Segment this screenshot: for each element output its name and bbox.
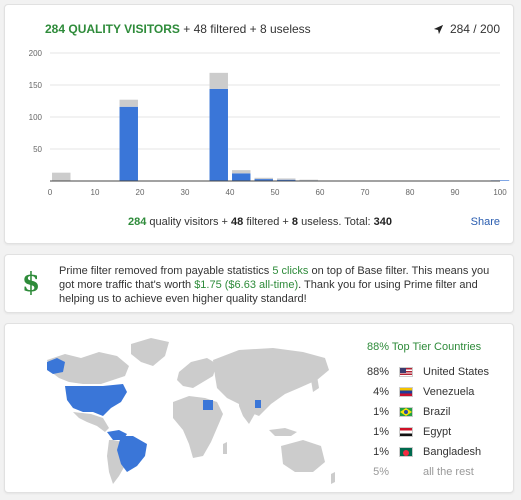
- country-name: Bangladesh: [423, 446, 482, 458]
- country-name: Venezuela: [423, 386, 475, 398]
- map-bangladesh: [255, 400, 261, 408]
- y-tick-label: 100: [29, 113, 43, 122]
- y-tick-label: 150: [29, 81, 43, 90]
- map-new-zealand: [331, 472, 335, 484]
- dollar-icon: $: [22, 268, 41, 298]
- us-flag-icon: [399, 367, 413, 377]
- bar-quality: [119, 106, 138, 181]
- egypt-flag-icon: [399, 427, 413, 437]
- summary-total: 340: [373, 216, 392, 228]
- prime-filter-card: $ Prime filter removed from payable stat…: [4, 254, 514, 313]
- prime-worth: $1.75 ($6.63 all-time): [194, 279, 299, 291]
- prime-text-1: Prime filter removed from payable statis…: [59, 265, 273, 277]
- y-tick-label: 50: [33, 145, 42, 154]
- x-tick-label: 50: [271, 188, 280, 197]
- summary-text-1: quality visitors +: [146, 216, 232, 228]
- summary-quality: 284: [128, 216, 147, 228]
- country-row-us: 88% United States: [357, 364, 489, 380]
- prime-filter-message: Prime filter removed from payable statis…: [59, 264, 505, 306]
- y-tick-label: 200: [29, 49, 43, 58]
- country-pct: 1%: [373, 406, 389, 418]
- world-map: [47, 338, 335, 484]
- bar-filtered: [232, 170, 251, 174]
- x-tick-label: 40: [226, 188, 235, 197]
- bangladesh-flag-icon: [399, 447, 413, 457]
- map-australia: [281, 440, 325, 472]
- x-tick-label: 60: [316, 188, 325, 197]
- bar-filtered: [209, 72, 228, 89]
- map-indonesia: [269, 428, 297, 436]
- bar-filtered: [299, 179, 318, 181]
- country-pct: 5%: [373, 466, 389, 478]
- country-pct: 88%: [366, 366, 389, 378]
- share-link[interactable]: Share: [471, 216, 500, 228]
- country-name: Brazil: [423, 406, 451, 418]
- country-row-venezuela: 4% Venezuela: [357, 384, 474, 400]
- map-europe: [177, 358, 217, 388]
- bar-filtered: [277, 178, 296, 180]
- map-madagascar: [223, 442, 227, 454]
- x-tick-label: 90: [451, 188, 460, 197]
- country-row-brazil: 1% Brazil: [357, 404, 451, 420]
- totals-summary: 284 quality visitors + 48 filtered + 8 u…: [5, 216, 515, 228]
- country-name: all the rest: [423, 466, 474, 478]
- x-tick-label: 20: [136, 188, 145, 197]
- country-name: United States: [423, 366, 490, 378]
- country-row-egypt: 1% Egypt: [357, 424, 451, 440]
- bar-filtered: [119, 99, 138, 107]
- visitor-histogram: 50 100 150 200 0 10 20 30 40 50 60 70 80 90 100: [29, 49, 510, 197]
- country-name: Egypt: [423, 426, 452, 438]
- x-tick-label: 70: [361, 188, 370, 197]
- summary-text-2: filtered +: [243, 216, 292, 228]
- map-usa: [65, 384, 127, 416]
- x-tick-label: 30: [181, 188, 190, 197]
- map-egypt: [203, 400, 213, 410]
- bar-filtered: [52, 172, 71, 181]
- geo-card: 88% Top Tier Countries 88% United States…: [4, 323, 514, 493]
- x-tick-label: 100: [493, 188, 507, 197]
- map-greenland: [131, 338, 169, 366]
- x-tick-label: 0: [48, 188, 53, 197]
- map-africa: [173, 396, 223, 458]
- country-pct: 4%: [373, 386, 389, 398]
- brazil-flag-icon: [399, 407, 413, 417]
- summary-text-3: useless. Total:: [298, 216, 374, 228]
- summary-filtered: 48: [231, 216, 244, 228]
- top-tier-title: 88% Top Tier Countries: [367, 341, 482, 353]
- country-pct: 1%: [373, 446, 389, 458]
- country-row-rest: 5% all the rest: [357, 464, 474, 480]
- bar-quality: [232, 173, 251, 181]
- visitors-stats-card: 284 QUALITY VISITORS + 48 filtered + 8 u…: [4, 4, 514, 244]
- no-flag-spacer: [399, 467, 413, 477]
- x-tick-label: 10: [91, 188, 100, 197]
- prime-clicks: 5 clicks: [272, 265, 309, 277]
- country-row-bangladesh: 1% Bangladesh: [357, 444, 481, 460]
- venezuela-flag-icon: [399, 387, 413, 397]
- x-tick-label: 80: [406, 188, 415, 197]
- bar-filtered: [254, 177, 273, 180]
- bar-quality: [209, 88, 228, 181]
- country-pct: 1%: [373, 426, 389, 438]
